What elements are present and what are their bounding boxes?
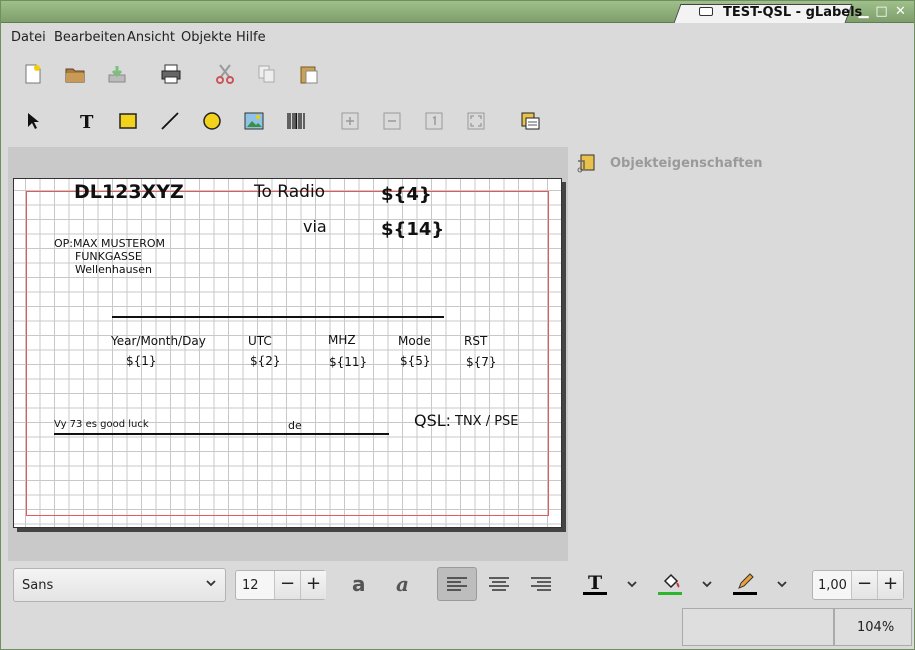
line-width-increase-button[interactable]: + xyxy=(877,571,903,599)
line-width-stepper[interactable]: 1,00 − + xyxy=(812,570,904,600)
label-col-rst[interactable]: RST xyxy=(464,334,487,348)
label-op-line2[interactable]: FUNKGASSE xyxy=(75,250,142,263)
zoom-out-icon[interactable] xyxy=(378,107,406,135)
label-col-mhz[interactable]: MHZ xyxy=(328,333,356,347)
label-signature-line[interactable] xyxy=(54,433,389,435)
bold-icon: a xyxy=(352,573,366,595)
label-via[interactable]: via xyxy=(303,217,327,236)
label-var2[interactable]: ${2} xyxy=(250,354,281,368)
label-tnx-pse[interactable]: TNX / PSE xyxy=(455,414,519,429)
image-tool-icon[interactable] xyxy=(240,107,268,135)
svg-text:T: T xyxy=(80,112,94,132)
label-qsl[interactable]: QSL: xyxy=(414,411,451,430)
paste-icon[interactable] xyxy=(295,60,323,88)
line-color-button[interactable] xyxy=(725,567,765,601)
line-tool-icon[interactable] xyxy=(156,107,184,135)
text-tool-icon[interactable]: T xyxy=(72,107,100,135)
align-right-icon xyxy=(531,577,551,591)
chevron-down-icon xyxy=(205,577,217,592)
arrow-select-icon[interactable] xyxy=(18,107,46,135)
new-file-icon[interactable] xyxy=(19,60,47,88)
maximize-button[interactable]: □ xyxy=(875,5,888,18)
label-var5[interactable]: ${5} xyxy=(400,354,431,368)
menu-ansicht[interactable]: Ansicht xyxy=(127,30,175,45)
label-op-line3[interactable]: Wellenhausen xyxy=(75,263,152,276)
font-size-value[interactable]: 12 xyxy=(242,578,259,593)
label-var7[interactable]: ${7} xyxy=(466,355,497,369)
window-title: TEST-QSL - gLabels xyxy=(723,5,863,20)
line-width-decrease-button[interactable]: − xyxy=(851,571,877,599)
menu-bar: Datei Bearbeiten Ansicht Objekte Hilfe xyxy=(1,25,914,49)
font-size-decrease-button[interactable]: − xyxy=(274,571,300,599)
minimize-button[interactable]: ▁ xyxy=(857,5,870,18)
align-left-icon xyxy=(447,577,467,591)
text-color-dropdown-icon[interactable] xyxy=(626,578,638,593)
save-icon[interactable] xyxy=(103,60,131,88)
text-color-button[interactable]: T xyxy=(575,567,615,601)
label-page[interactable]: DL123XYZ To Radio ${4} via ${14} OP:MAX … xyxy=(13,178,562,528)
fill-color-dropdown-icon[interactable] xyxy=(701,578,713,593)
app-window: TEST-QSL - gLabels ▁ □ ✕ Datei Bearbeite… xyxy=(0,0,915,650)
font-size-stepper[interactable]: 12 − + xyxy=(235,570,326,600)
svg-text:a: a xyxy=(396,573,409,595)
label-to-radio[interactable]: To Radio xyxy=(254,182,325,202)
copy-icon[interactable] xyxy=(253,60,281,88)
box-tool-icon[interactable] xyxy=(114,107,142,135)
align-right-button[interactable] xyxy=(521,567,561,601)
menu-objekte[interactable]: Objekte xyxy=(181,30,232,45)
line-color-dropdown-icon[interactable] xyxy=(776,578,788,593)
svg-text:T: T xyxy=(588,572,602,594)
menu-bearbeiten[interactable]: Bearbeiten xyxy=(54,30,125,45)
cut-icon[interactable] xyxy=(211,60,239,88)
align-center-icon xyxy=(489,577,509,591)
line-width-value[interactable]: 1,00 xyxy=(818,578,847,593)
fill-color-icon xyxy=(658,573,682,595)
zoom-level: 104% xyxy=(857,620,895,635)
menu-hilfe[interactable]: Hilfe xyxy=(236,30,266,45)
label-col-utc[interactable]: UTC xyxy=(248,334,272,348)
title-bar[interactable]: TEST-QSL - gLabels ▁ □ ✕ xyxy=(1,1,914,23)
align-center-button[interactable] xyxy=(479,567,519,601)
label-vy73[interactable]: Vy 73 es good luck xyxy=(54,419,149,430)
open-folder-icon[interactable] xyxy=(61,60,89,88)
close-button[interactable]: ✕ xyxy=(894,5,907,18)
label-divider-line[interactable] xyxy=(112,316,444,318)
zoom-fit-icon[interactable] xyxy=(462,107,490,135)
pencil-icon xyxy=(733,573,757,595)
label-op-line1[interactable]: OP:MAX MUSTEROM xyxy=(54,237,165,250)
object-properties-icon xyxy=(575,152,597,174)
label-col-date[interactable]: Year/Month/Day xyxy=(111,334,206,348)
italic-icon: a xyxy=(396,573,409,595)
font-family-select[interactable]: Sans xyxy=(13,568,226,602)
menu-datei[interactable]: Datei xyxy=(11,30,46,45)
label-var11[interactable]: ${11} xyxy=(329,355,367,369)
label-var4[interactable]: ${4} xyxy=(381,184,432,205)
label-var14[interactable]: ${14} xyxy=(381,219,444,240)
ellipse-tool-icon[interactable] xyxy=(198,107,226,135)
merge-properties-icon[interactable] xyxy=(516,107,544,135)
barcode-tool-icon[interactable] xyxy=(282,107,310,135)
zoom-one-icon[interactable] xyxy=(420,107,448,135)
label-col-mode[interactable]: Mode xyxy=(398,334,431,348)
label-var1[interactable]: ${1} xyxy=(126,354,157,368)
status-cursor-segment xyxy=(682,608,834,646)
print-icon[interactable] xyxy=(157,60,185,88)
object-properties-title: Objekteigenschaften xyxy=(610,156,763,171)
fill-color-button[interactable] xyxy=(650,567,690,601)
text-color-icon: T xyxy=(583,572,607,595)
label-callsign[interactable]: DL123XYZ xyxy=(74,181,184,203)
italic-button[interactable]: a xyxy=(385,567,425,601)
font-size-increase-button[interactable]: + xyxy=(300,571,326,599)
bold-button[interactable]: a xyxy=(341,567,381,601)
font-family-value: Sans xyxy=(22,578,54,593)
zoom-in-icon[interactable] xyxy=(336,107,364,135)
svg-text:a: a xyxy=(352,573,366,595)
label-de[interactable]: de xyxy=(288,419,302,432)
align-left-button[interactable] xyxy=(437,567,477,601)
